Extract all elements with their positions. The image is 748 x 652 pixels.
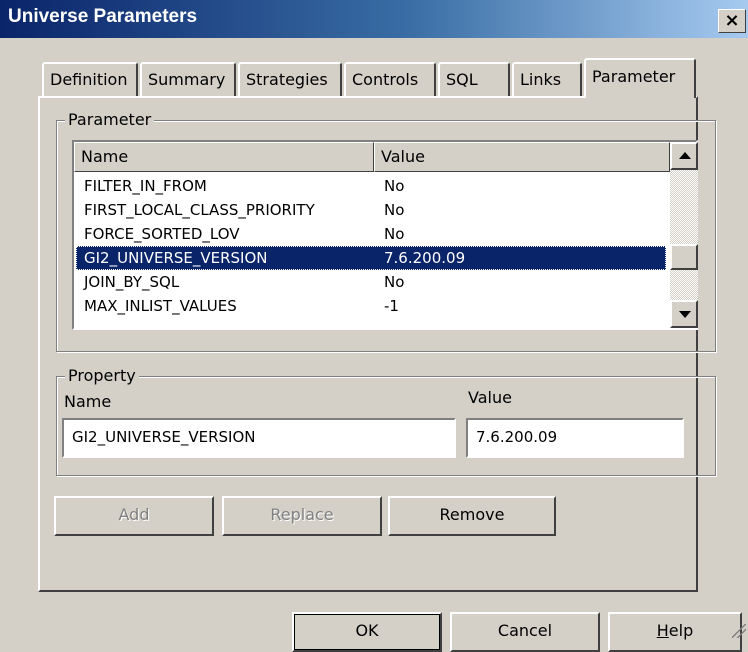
help-button-label: Help bbox=[656, 621, 694, 640]
param-value: No bbox=[384, 225, 405, 243]
close-button[interactable]: × bbox=[718, 9, 746, 33]
add-button-label: Add bbox=[118, 505, 150, 524]
universe-parameters-dialog: Universe Parameters × Definition Summary… bbox=[0, 0, 748, 652]
tab-label: Definition bbox=[50, 70, 128, 89]
add-button[interactable]: Add bbox=[54, 496, 214, 536]
scroll-thumb[interactable] bbox=[670, 244, 698, 270]
param-name: GI2_UNIVERSE_VERSION bbox=[84, 249, 268, 267]
list-item[interactable]: FIRST_LOCAL_CLASS_PRIORITY No bbox=[76, 198, 666, 222]
param-value: -1 bbox=[384, 297, 399, 315]
property-value-label: Value bbox=[468, 388, 512, 407]
param-value: No bbox=[384, 201, 405, 219]
remove-button[interactable]: Remove bbox=[388, 496, 556, 536]
list-item-selected[interactable]: GI2_UNIVERSE_VERSION 7.6.200.09 bbox=[76, 246, 666, 270]
tab-label: SQL bbox=[446, 70, 478, 89]
replace-button[interactable]: Replace bbox=[222, 496, 382, 536]
cancel-button-label: Cancel bbox=[497, 621, 553, 640]
property-group-label: Property bbox=[65, 366, 139, 385]
tab-parameter[interactable]: Parameter bbox=[584, 58, 696, 98]
tab-definition[interactable]: Definition bbox=[42, 62, 138, 96]
arrow-up-icon bbox=[679, 152, 691, 159]
property-name-field[interactable]: GI2_UNIVERSE_VERSION bbox=[62, 418, 456, 458]
param-value: 7.6.200.09 bbox=[384, 249, 466, 267]
column-header-label: Value bbox=[381, 147, 425, 166]
list-item[interactable]: MAX_INLIST_VALUES -1 bbox=[76, 294, 666, 318]
title-bar[interactable]: Universe Parameters × bbox=[0, 0, 748, 38]
property-value-field[interactable]: 7.6.200.09 bbox=[466, 418, 684, 458]
column-header-name[interactable]: Name bbox=[74, 142, 374, 172]
param-name: FIRST_LOCAL_CLASS_PRIORITY bbox=[84, 201, 315, 219]
column-header-value[interactable]: Value bbox=[374, 142, 670, 172]
param-name: FILTER_IN_FROM bbox=[84, 177, 207, 195]
scroll-down-button[interactable] bbox=[670, 300, 698, 328]
tab-sql[interactable]: SQL bbox=[438, 62, 510, 96]
property-name-value: GI2_UNIVERSE_VERSION bbox=[72, 428, 256, 446]
column-header-label: Name bbox=[81, 147, 129, 166]
vertical-scrollbar[interactable] bbox=[670, 142, 698, 328]
tab-label: Strategies bbox=[246, 70, 328, 89]
list-item[interactable]: FORCE_SORTED_LOV No bbox=[76, 222, 666, 246]
param-value: No bbox=[384, 177, 405, 195]
property-name-label: Name bbox=[64, 392, 112, 411]
tab-label: Parameter bbox=[592, 67, 676, 86]
tab-label: Controls bbox=[352, 70, 419, 89]
parameter-group-label: Parameter bbox=[65, 110, 155, 129]
arrow-down-icon bbox=[679, 311, 691, 318]
close-icon: × bbox=[724, 10, 740, 31]
param-value: No bbox=[384, 273, 405, 291]
param-name: MAX_INLIST_VALUES bbox=[84, 297, 237, 315]
tab-label: Links bbox=[520, 70, 562, 89]
replace-button-label: Replace bbox=[270, 505, 334, 524]
param-name: FORCE_SORTED_LOV bbox=[84, 225, 240, 243]
scroll-up-button[interactable] bbox=[670, 142, 698, 170]
list-item[interactable]: FILTER_IN_FROM No bbox=[76, 174, 666, 198]
tab-summary[interactable]: Summary bbox=[140, 62, 236, 96]
remove-button-label: Remove bbox=[439, 505, 505, 524]
tab-label: Summary bbox=[148, 70, 226, 89]
resize-grip-icon[interactable] bbox=[732, 624, 746, 638]
ok-button-label: OK bbox=[355, 621, 379, 640]
tab-controls[interactable]: Controls bbox=[344, 62, 436, 96]
cancel-button[interactable]: Cancel bbox=[450, 612, 600, 652]
list-item[interactable]: JOIN_BY_SQL No bbox=[76, 270, 666, 294]
property-value-value: 7.6.200.09 bbox=[476, 428, 558, 446]
tab-links[interactable]: Links bbox=[512, 62, 582, 96]
parameter-list[interactable]: Name Value FILTER_IN_FROM No FIRST_LOCAL… bbox=[72, 140, 698, 330]
param-name: JOIN_BY_SQL bbox=[84, 273, 180, 291]
help-button[interactable]: Help bbox=[608, 612, 742, 652]
window-title: Universe Parameters bbox=[8, 6, 198, 27]
ok-button[interactable]: OK bbox=[292, 612, 442, 652]
tab-strategies[interactable]: Strategies bbox=[238, 62, 342, 96]
